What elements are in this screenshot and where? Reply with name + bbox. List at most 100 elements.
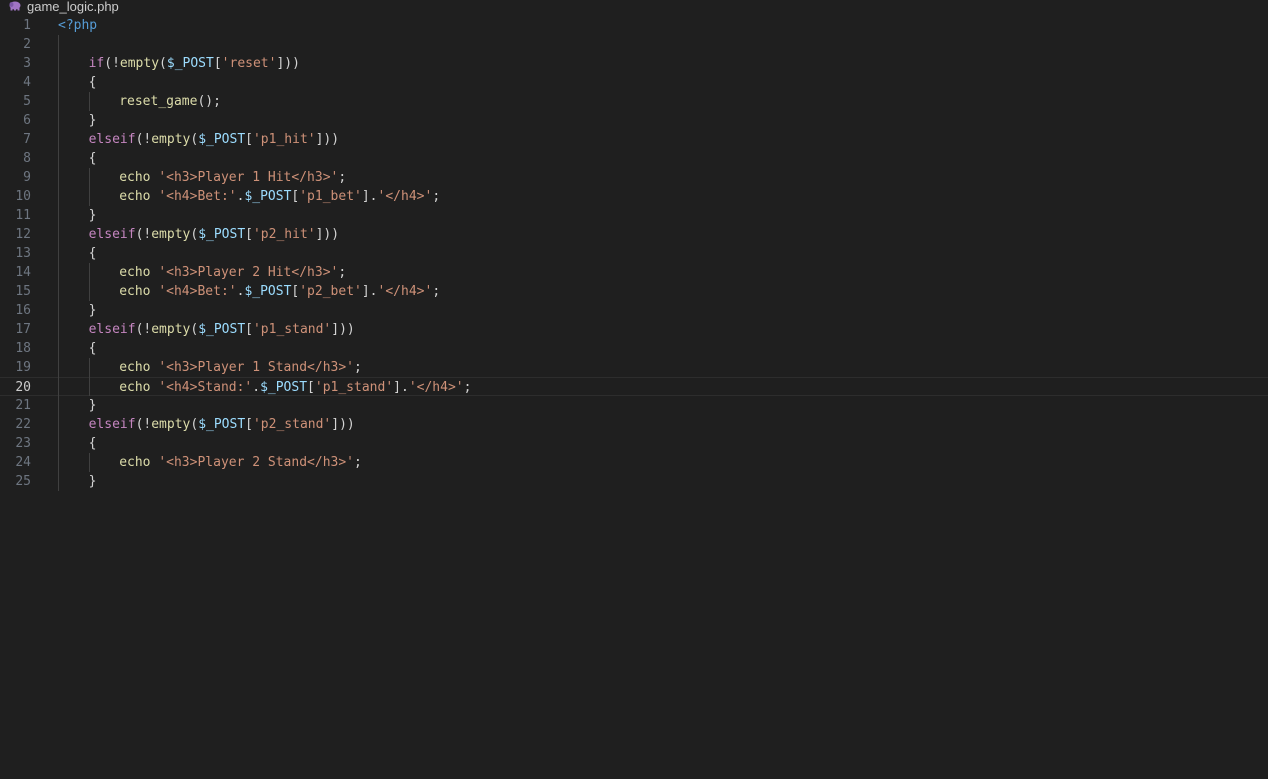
- code-line[interactable]: 10 echo '<h4>Bet:'.$_POST['p1_bet'].'</h4…: [0, 187, 1268, 206]
- code-token: ;: [432, 284, 441, 299]
- code-token: [: [245, 227, 253, 242]
- code-token: '<h4>Bet:': [158, 189, 237, 204]
- code-text: }: [89, 206, 97, 225]
- code-token: (: [190, 417, 199, 432]
- line-number: 25: [15, 474, 31, 489]
- code-token: ;: [432, 189, 441, 204]
- code-token: '<h4>Stand:': [158, 380, 253, 395]
- code-token: empty: [151, 132, 191, 147]
- code-token: }: [88, 113, 97, 128]
- code-text: {: [89, 73, 97, 92]
- code-line[interactable]: 11}: [0, 206, 1268, 225]
- code-token: <?php: [58, 18, 98, 33]
- code-text: elseif(!empty($_POST['p2_stand'])): [89, 415, 355, 434]
- code-token: empty: [151, 227, 191, 242]
- code-line[interactable]: 23 {: [0, 434, 1268, 453]
- code-line[interactable]: 19 echo '<h3>Player 1 Stand</h3>';: [0, 358, 1268, 377]
- code-token: ();: [197, 94, 221, 109]
- code-token: 'p1_stand': [314, 380, 394, 395]
- code-editor[interactable]: 1 <?php 2 3 if(!empty($_POST['reset'])) 4{5 re…: [0, 16, 1268, 779]
- line-number: 14: [15, 265, 31, 280]
- code-token: [: [245, 417, 253, 432]
- code-line[interactable]: 13 {: [0, 244, 1268, 263]
- code-text: }: [89, 301, 97, 320]
- code-token: .: [252, 380, 261, 395]
- code-line[interactable]: 24 echo '<h3>Player 2 Stand</h3>';: [0, 453, 1268, 472]
- code-token: {: [88, 151, 97, 166]
- code-token: (!: [135, 132, 152, 147]
- code-token: $_POST: [198, 132, 246, 147]
- code-text: elseif(!empty($_POST['p2_hit'])): [89, 225, 340, 244]
- code-line[interactable]: 22 elseif(!empty($_POST['p2_stand'])): [0, 415, 1268, 434]
- code-line[interactable]: 2: [0, 35, 1268, 54]
- code-line[interactable]: 20 echo '<h4>Stand:'.$_POST['p1_stand'].'…: [0, 377, 1268, 396]
- code-line[interactable]: 1 <?php: [0, 16, 1268, 35]
- code-token: '<h3>Player 2 Hit</h3>': [158, 265, 339, 280]
- code-token: (!: [135, 227, 152, 242]
- line-number: 11: [15, 208, 31, 223]
- code-token: empty: [151, 322, 191, 337]
- indent-guide: [58, 35, 59, 491]
- code-line[interactable]: 25}: [0, 472, 1268, 491]
- code-line[interactable]: 9 echo '<h3>Player 1 Hit</h3>';: [0, 168, 1268, 187]
- line-number: 5: [23, 94, 31, 109]
- code-line[interactable]: 5 reset_game();: [0, 92, 1268, 111]
- code-token: [: [245, 132, 253, 147]
- line-number: 8: [23, 151, 31, 166]
- code-token: {: [88, 341, 97, 356]
- code-text: echo '<h4>Bet:'.$_POST['p2_bet'].'</h4>'…: [119, 282, 440, 301]
- tab-filename: game_logic.php: [27, 0, 119, 14]
- code-token: {: [88, 75, 97, 90]
- code-token: '<h3>Player 1 Hit</h3>': [158, 170, 339, 185]
- code-token: elseif: [88, 322, 136, 337]
- code-token: (: [190, 132, 199, 147]
- code-token: if: [88, 56, 105, 71]
- line-number: 2: [23, 37, 31, 52]
- line-number: 20: [15, 380, 31, 395]
- code-token: echo: [119, 455, 151, 470]
- line-number: 21: [15, 398, 31, 413]
- code-line[interactable]: 14 echo '<h3>Player 2 Hit</h3>';: [0, 263, 1268, 282]
- code-text: }: [89, 396, 97, 415]
- code-token: echo: [119, 284, 151, 299]
- code-token: ].: [393, 380, 409, 395]
- code-token: '</h4>': [408, 380, 464, 395]
- line-number: 22: [15, 417, 31, 432]
- code-token: }: [88, 208, 97, 223]
- code-token: (: [190, 227, 199, 242]
- code-line[interactable]: 7 elseif(!empty($_POST['p1_hit'])): [0, 130, 1268, 149]
- code-line[interactable]: 15 echo '<h4>Bet:'.$_POST['p2_bet'].'</h4…: [0, 282, 1268, 301]
- code-token: empty: [119, 56, 160, 71]
- code-text: echo '<h3>Player 1 Hit</h3>';: [119, 168, 346, 187]
- code-token: $_POST: [198, 227, 246, 242]
- code-token: '<h3>Player 1 Stand</h3>': [158, 360, 354, 375]
- code-token: ;: [338, 265, 347, 280]
- tab-game-logic[interactable]: game_logic.php: [8, 0, 119, 14]
- code-token: ;: [354, 455, 362, 470]
- line-number: 13: [15, 246, 31, 261]
- code-line[interactable]: 6}: [0, 111, 1268, 130]
- code-token: '<h3>Player 2 Stand</h3>': [158, 455, 354, 470]
- code-token: '<h4>Bet:': [158, 284, 237, 299]
- code-line[interactable]: 17 elseif(!empty($_POST['p1_stand'])): [0, 320, 1268, 339]
- code-token: elseif: [88, 417, 136, 432]
- code-token: [: [307, 380, 315, 395]
- code-token: (: [159, 56, 167, 71]
- code-text: {: [89, 244, 97, 263]
- code-line[interactable]: 21}: [0, 396, 1268, 415]
- code-token: reset_game: [119, 94, 198, 109]
- code-token: (!: [104, 56, 120, 71]
- code-line[interactable]: 18 {: [0, 339, 1268, 358]
- code-text: }: [89, 111, 97, 130]
- code-line[interactable]: 4{: [0, 73, 1268, 92]
- code-line[interactable]: 8{: [0, 149, 1268, 168]
- indent-guide: [88, 168, 90, 206]
- code-line[interactable]: 12 elseif(!empty($_POST['p2_hit'])): [0, 225, 1268, 244]
- code-line[interactable]: 3 if(!empty($_POST['reset'])): [0, 54, 1268, 73]
- code-token: }: [88, 398, 97, 413]
- code-token: ].: [361, 189, 378, 204]
- indent-guide: [88, 453, 90, 472]
- code-line[interactable]: 16}: [0, 301, 1268, 320]
- code-token: ;: [463, 380, 472, 395]
- indent-guide: [88, 358, 90, 396]
